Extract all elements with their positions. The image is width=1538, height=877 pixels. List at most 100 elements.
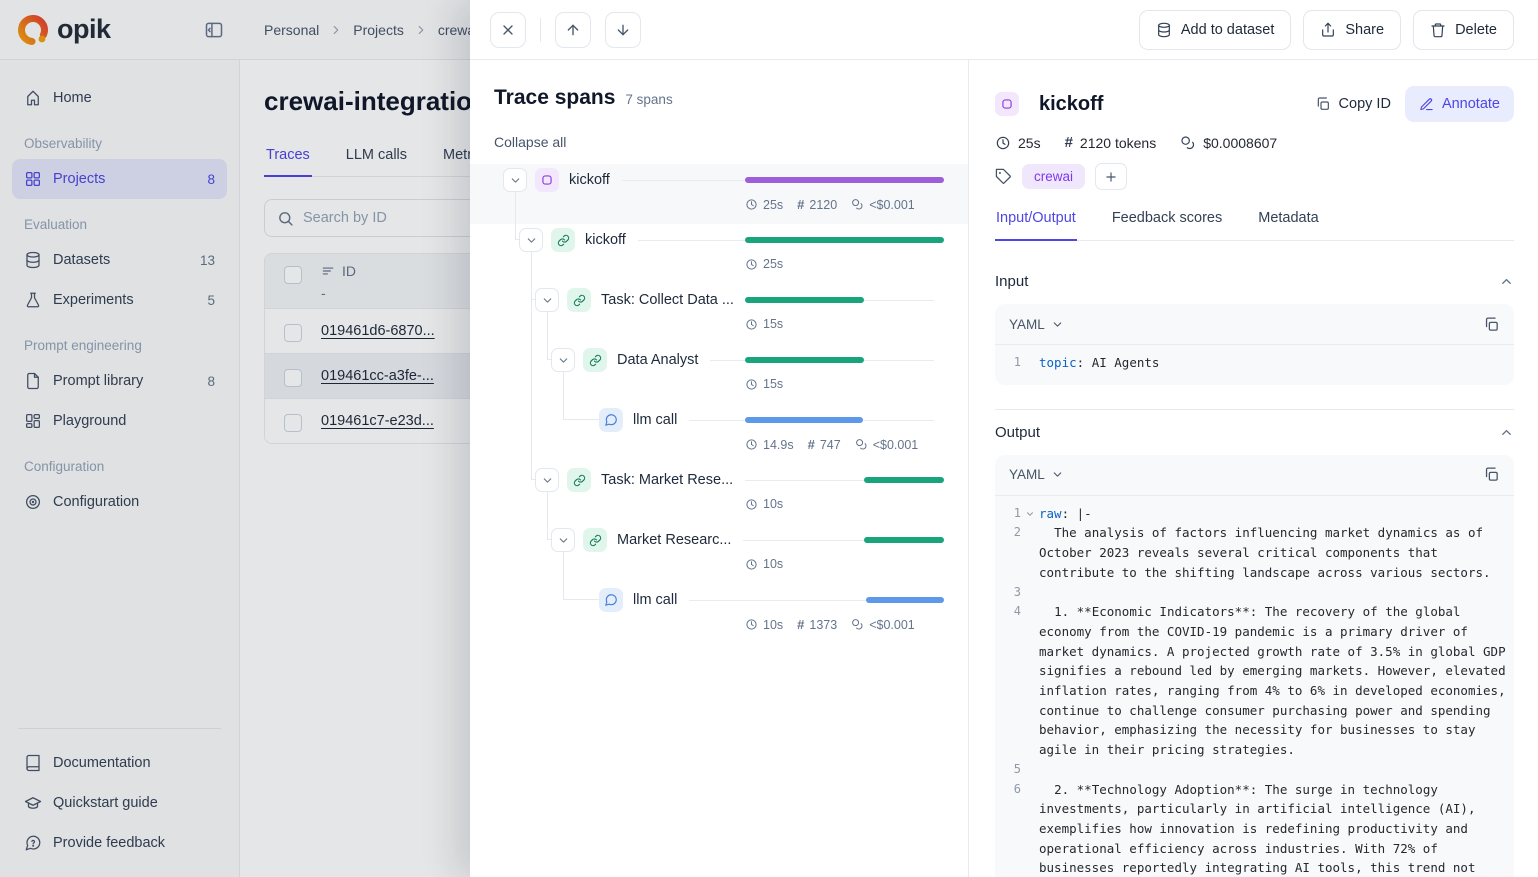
close-icon[interactable] <box>490 12 526 48</box>
coins-icon <box>851 618 864 631</box>
span-row[interactable]: kickoff 25s <box>494 224 944 284</box>
span-duration: 25s <box>745 257 783 271</box>
duration-bar <box>745 237 944 243</box>
span-duration: 15s <box>745 317 783 331</box>
span-duration: 10s <box>745 497 783 511</box>
database-icon <box>1156 22 1172 38</box>
code-line: 1topic: AI Agents <box>1003 353 1506 373</box>
span-name: Task: Collect Data ... <box>601 292 734 308</box>
line-number: 4 <box>1003 602 1021 760</box>
llm-span-icon <box>599 588 623 612</box>
span-row[interactable]: kickoff 25s #2120 <$0.001 <box>494 164 944 224</box>
span-tokens: #2120 <box>797 197 837 212</box>
chevron-up-icon[interactable] <box>1499 425 1514 440</box>
sheet-toolbar: Add to dataset Share Delete <box>470 0 1538 60</box>
clock-icon <box>745 198 758 211</box>
code-line: 6 2. **Technology Adoption**: The surge … <box>1003 780 1506 877</box>
span-row[interactable]: Task: Market Rese... 10s <box>494 464 944 524</box>
span-duration: 10s <box>745 618 783 632</box>
code-line: 3 <box>1003 583 1506 603</box>
chevron-down-icon[interactable] <box>551 348 575 372</box>
fold-chevron-icon[interactable] <box>1021 504 1039 524</box>
code-line: 2 The analysis of factors influencing ma… <box>1003 523 1506 582</box>
tab-metadata[interactable]: Metadata <box>1257 210 1319 240</box>
clock-icon <box>745 378 758 391</box>
output-format-select[interactable]: YAML <box>1009 467 1064 482</box>
span-row[interactable]: Data Analyst 15s <box>494 344 944 404</box>
tag-icon <box>995 168 1012 185</box>
tab-feedback-scores[interactable]: Feedback scores <box>1111 210 1223 240</box>
next-trace-button[interactable] <box>605 12 641 48</box>
span-tokens: #1373 <box>797 617 837 632</box>
chevron-down-icon[interactable] <box>519 228 543 252</box>
tab-input-output[interactable]: Input/Output <box>995 210 1077 241</box>
trace-duration: 25s <box>995 135 1041 151</box>
span-name: Task: Market Rese... <box>601 472 733 488</box>
span-name: kickoff <box>585 232 626 248</box>
copy-id-button[interactable]: Copy ID <box>1315 96 1391 112</box>
toolbar-divider <box>540 18 541 42</box>
hash-icon: # <box>1065 134 1073 151</box>
tag-crewai[interactable]: crewai <box>1022 164 1085 189</box>
trace-detail-panel: kickoff Copy ID <box>968 60 1538 877</box>
span-row[interactable]: llm call 10s#1373<$0.001 <box>494 584 944 644</box>
delete-button[interactable]: Delete <box>1413 10 1514 50</box>
span-duration: 14.9s <box>745 438 794 452</box>
hash-icon: # <box>797 197 804 212</box>
tool-span-icon <box>567 288 591 312</box>
input-copy-icon[interactable] <box>1483 316 1500 333</box>
hash-icon: # <box>808 437 815 452</box>
span-duration: 25s <box>745 198 783 212</box>
clock-icon <box>745 318 758 331</box>
chevron-down-icon[interactable] <box>503 168 527 192</box>
code-line: 4 1. **Economic Indicators**: The recove… <box>1003 602 1506 760</box>
line-number: 1 <box>1003 504 1021 524</box>
code-line: 5 <box>1003 760 1506 780</box>
span-row[interactable]: Task: Collect Data ... 15s <box>494 284 944 344</box>
input-section-header: Input <box>995 273 1514 290</box>
chevron-down-icon[interactable] <box>551 528 575 552</box>
duration-bar <box>745 297 864 303</box>
annotate-button[interactable]: Annotate <box>1405 86 1514 122</box>
collapse-all-link[interactable]: Collapse all <box>494 134 566 150</box>
copy-icon <box>1315 96 1331 112</box>
coins-icon <box>855 438 868 451</box>
span-name: kickoff <box>569 172 610 188</box>
trace-stats: 25s # 2120 tokens $0.0008607 <box>995 134 1514 151</box>
clock-icon <box>745 258 758 271</box>
clock-icon <box>745 558 758 571</box>
trace-title: kickoff <box>1039 93 1103 116</box>
chevron-down-icon[interactable] <box>535 468 559 492</box>
tool-span-icon <box>583 528 607 552</box>
tool-span-icon <box>567 468 591 492</box>
span-name: llm call <box>633 412 677 428</box>
add-tag-button[interactable] <box>1095 163 1127 190</box>
prev-trace-button[interactable] <box>555 12 591 48</box>
output-section-header: Output <box>995 424 1514 441</box>
span-duration: 10s <box>745 557 783 571</box>
duration-bar <box>745 357 864 363</box>
spans-panel-title: Trace spans <box>494 86 615 110</box>
add-to-dataset-button[interactable]: Add to dataset <box>1139 10 1292 50</box>
coins-icon <box>851 198 864 211</box>
span-cost: <$0.001 <box>851 198 915 212</box>
clock-icon <box>995 135 1011 151</box>
line-number: 2 <box>1003 523 1021 582</box>
chevron-down-icon[interactable] <box>535 288 559 312</box>
output-copy-icon[interactable] <box>1483 466 1500 483</box>
input-code: 1topic: AI Agents <box>995 344 1514 385</box>
input-format-select[interactable]: YAML <box>1009 317 1064 332</box>
share-icon <box>1320 22 1336 38</box>
input-code-box: YAML 1topic: AI Agents <box>995 304 1514 385</box>
detail-tabs: Input/Output Feedback scores Metadata <box>995 210 1514 241</box>
trace-spans-panel: Trace spans 7 spans Collapse all kickoff… <box>470 60 968 877</box>
duration-bar <box>745 177 944 183</box>
chevron-up-icon[interactable] <box>1499 274 1514 289</box>
code-line: 1raw: |- <box>1003 504 1506 524</box>
span-cost: <$0.001 <box>855 438 919 452</box>
output-code: 1raw: |-2 The analysis of factors influe… <box>995 495 1514 877</box>
span-row[interactable]: Market Researc... 10s <box>494 524 944 584</box>
share-button[interactable]: Share <box>1303 10 1401 50</box>
duration-bar <box>864 477 944 483</box>
span-row[interactable]: llm call 14.9s#747<$0.001 <box>494 404 944 464</box>
